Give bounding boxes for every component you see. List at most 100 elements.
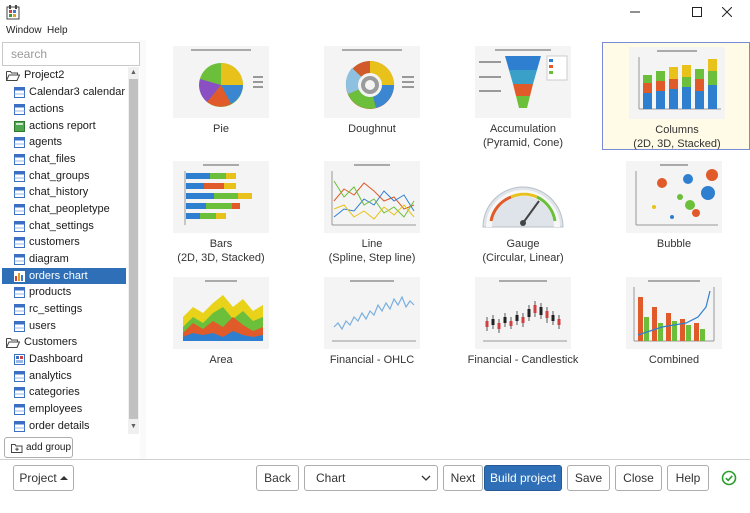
chart-type-label: Gauge (Circular, Linear) — [482, 238, 564, 264]
chart-type-label: Columns (2D, 3D, Stacked) — [633, 124, 721, 150]
build-project-label: Build project — [489, 471, 557, 485]
scrollbar-thumb[interactable] — [129, 79, 138, 419]
tree-item-employees[interactable]: employees — [0, 401, 128, 417]
tree-item-analytics[interactable]: analytics — [0, 368, 128, 384]
chart-type-label: Pie — [213, 123, 229, 135]
tree-item-actions[interactable]: actions — [0, 101, 128, 117]
build-project-button[interactable]: Build project — [484, 465, 562, 491]
tree-item-calendar3-calendar[interactable]: Calendar3 calendar — [0, 84, 128, 100]
tree-item-customers[interactable]: customers — [0, 234, 128, 250]
close-window-button[interactable] — [704, 0, 750, 24]
tree-item-label: Dashboard — [29, 353, 83, 365]
tree-item-rc-settings[interactable]: rc_settings — [0, 301, 128, 317]
chart-type-label: Accumulation (Pyramid, Cone) — [482, 123, 564, 149]
table-icon — [14, 403, 25, 415]
tree-item-label: agents — [29, 136, 63, 148]
tree-item-chat-settings[interactable]: chat_settings — [0, 218, 128, 234]
tree-item-orders-chart[interactable]: orders chart — [2, 268, 126, 284]
tree-item-dashboard[interactable]: Dashboard — [0, 351, 128, 367]
tree-item-products[interactable]: products — [0, 284, 128, 300]
table-icon — [14, 170, 25, 182]
table-icon — [14, 203, 25, 215]
table-icon — [14, 303, 25, 315]
chart-type-line[interactable]: Line (Spline, Step line) — [298, 157, 446, 265]
tree-item-label: chat_files — [29, 153, 76, 165]
folder-add-icon — [11, 443, 23, 453]
tree-item-label: categories — [29, 386, 80, 398]
tree-item-label: employees — [29, 403, 83, 415]
table-icon — [14, 420, 25, 432]
scroll-up-icon[interactable]: ▲ — [130, 69, 137, 77]
tree-item-label: order details — [29, 420, 90, 432]
chevron-down-icon — [421, 475, 431, 481]
table-icon — [14, 186, 25, 198]
chart-type-financial-candlestick[interactable]: Financial - Candlestick — [449, 273, 597, 381]
chart-type-financial-ohlc[interactable]: Financial - OHLC — [298, 273, 446, 381]
minimize-button[interactable] — [612, 0, 658, 24]
table-icon — [14, 136, 25, 148]
chart-type-area[interactable]: Area — [147, 273, 295, 381]
table-icon — [14, 86, 25, 98]
bars-chart-thumbnail — [173, 161, 269, 233]
step-select[interactable]: Chart — [304, 465, 438, 491]
tree-item-chat-files[interactable]: chat_files — [0, 151, 128, 167]
chart-type-doughnut[interactable]: Doughnut — [298, 42, 446, 150]
chart-type-combined[interactable]: Combined — [600, 273, 748, 381]
accumulation-chart-thumbnail — [475, 46, 571, 118]
tree-item-customers-group[interactable]: Customers — [0, 334, 128, 350]
chart-type-label: Bubble — [656, 238, 692, 250]
close-button[interactable]: Close — [615, 465, 662, 491]
project-menu-button[interactable]: Project — [13, 465, 74, 491]
back-button[interactable]: Back — [256, 465, 299, 491]
search-box — [2, 42, 140, 66]
back-label: Back — [264, 471, 291, 485]
ohlc-chart-thumbnail — [324, 277, 420, 349]
sidebar-scrollbar[interactable]: ▲ ▼ — [128, 67, 139, 434]
next-button[interactable]: Next — [443, 465, 483, 491]
tree-item-label: rc_settings — [29, 303, 83, 315]
splitter[interactable] — [140, 40, 146, 459]
tree-item-label: chat_settings — [29, 220, 94, 232]
table-icon — [14, 153, 25, 165]
tree-item-users[interactable]: users — [0, 318, 128, 334]
gauge-chart-thumbnail — [475, 161, 571, 233]
chart-type-columns[interactable]: Columns (2D, 3D, Stacked) — [602, 42, 750, 150]
tree-item-chat-peopletype[interactable]: chat_peopletype — [0, 201, 128, 217]
app-icon — [6, 5, 20, 20]
menu-help[interactable]: Help — [47, 25, 68, 36]
tree-item-agents[interactable]: agents — [0, 134, 128, 150]
chart-type-accumulation[interactable]: Accumulation (Pyramid, Cone) — [449, 42, 597, 150]
tree-item-actions-report[interactable]: actions report — [0, 118, 128, 134]
tree-item-project2[interactable]: Project2 — [0, 67, 128, 83]
chart-type-bubble[interactable]: Bubble — [600, 157, 748, 265]
pie-chart-thumbnail — [173, 46, 269, 118]
help-button[interactable]: Help — [667, 465, 709, 491]
tree-item-order-details[interactable]: order details — [0, 418, 128, 434]
chart-type-pie[interactable]: Pie — [147, 42, 295, 150]
table-icon — [14, 220, 25, 232]
tree-item-label: Customers — [24, 336, 78, 348]
step-select-value: Chart — [316, 471, 346, 485]
tree-item-chat-groups[interactable]: chat_groups — [0, 168, 128, 184]
tree-item-label: Project2 — [24, 69, 65, 81]
save-button[interactable]: Save — [567, 465, 610, 491]
help-label: Help — [675, 471, 701, 485]
tree-item-categories[interactable]: categories — [0, 384, 128, 400]
close-label: Close — [623, 471, 654, 485]
table-icon — [14, 386, 25, 398]
chart-type-label: Combined — [648, 354, 700, 366]
tree-item-chat-history[interactable]: chat_history — [0, 184, 128, 200]
save-label: Save — [574, 471, 603, 485]
columns-chart-thumbnail — [629, 47, 725, 119]
add-group-button[interactable]: add group — [4, 437, 73, 458]
area-chart-thumbnail — [173, 277, 269, 349]
tree-item-diagram[interactable]: diagram — [0, 251, 128, 267]
project-tree: Project2 Calendar3 calendar actions acti… — [0, 67, 128, 434]
chart-type-gauge[interactable]: Gauge (Circular, Linear) — [449, 157, 597, 265]
scroll-down-icon[interactable]: ▼ — [130, 423, 137, 431]
table-icon — [14, 103, 25, 115]
chart-type-bars[interactable]: Bars (2D, 3D, Stacked) — [147, 157, 295, 265]
search-input[interactable] — [3, 43, 139, 65]
menu-window[interactable]: Window — [6, 25, 42, 36]
table-icon — [14, 253, 25, 265]
